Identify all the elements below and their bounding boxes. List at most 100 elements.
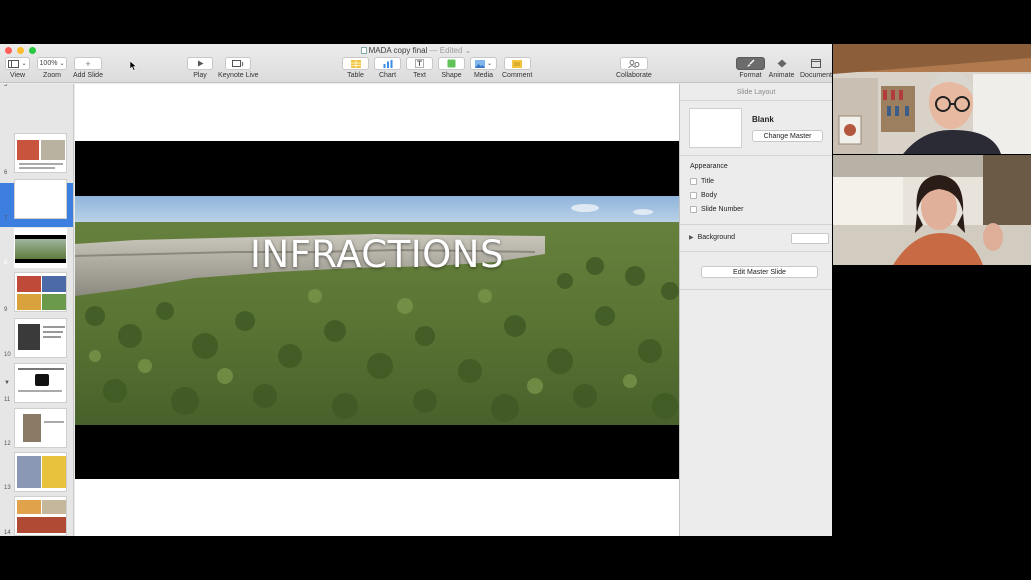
keynote-live-control: Keynote Live <box>218 57 258 79</box>
slide-number: 11 <box>4 397 11 403</box>
slide-title-text[interactable]: INFRACTIONS <box>75 233 679 276</box>
media-button[interactable]: ⌄ <box>470 57 497 70</box>
keynote-live-label: Keynote Live <box>218 72 259 79</box>
inspector-tab-slide-layout[interactable]: Slide Layout <box>680 84 832 101</box>
thumb-image-block <box>42 276 66 292</box>
people-icon <box>628 59 640 68</box>
thumb-image-block <box>17 276 41 292</box>
document-label: Document <box>800 72 832 79</box>
chevron-down-icon: ⌄ <box>59 61 65 67</box>
slide-navigator[interactable]: 5 6 7 8 9 10 ▼ 11 12 13 14 <box>0 84 74 536</box>
video-participant-tile-2[interactable] <box>833 155 1031 265</box>
slide-black-background: INFRACTIONS <box>75 141 679 479</box>
format-label: Format <box>739 72 762 79</box>
table-button[interactable] <box>342 57 369 70</box>
shape-button[interactable] <box>438 57 465 70</box>
title-option-row[interactable]: Title <box>690 178 714 185</box>
format-control: Format <box>736 57 765 79</box>
animate-button[interactable] <box>768 57 795 70</box>
thumb-image-block <box>23 414 41 442</box>
animate-label: Animate <box>768 72 795 79</box>
text-button[interactable] <box>406 57 433 70</box>
thumb-text-line <box>19 163 63 165</box>
text-control: Text <box>406 57 433 79</box>
title-checkbox[interactable] <box>690 178 697 185</box>
edit-master-slide-button[interactable]: Edit Master Slide <box>701 266 818 278</box>
master-slide-thumbnail[interactable] <box>689 108 742 148</box>
thumb-text-line <box>43 331 63 333</box>
thumb-text-line <box>19 167 55 169</box>
chevron-down-icon: ⌄ <box>21 61 27 67</box>
slide-thumbnail-10[interactable] <box>14 318 67 358</box>
format-button[interactable] <box>736 57 765 70</box>
thumb-text-line <box>43 336 61 338</box>
body-option-label: Body <box>701 192 717 199</box>
participant-video-feed <box>833 155 1031 265</box>
chart-control: Chart <box>374 57 401 79</box>
square-shape-icon <box>447 59 456 68</box>
thumb-image-block <box>17 456 41 488</box>
slide-number: 14 <box>4 530 11 536</box>
slide-canvas[interactable]: INFRACTIONS <box>75 84 679 536</box>
keynote-live-icon <box>232 59 244 67</box>
thumb-landscape <box>15 239 66 259</box>
zoom-label: Zoom <box>43 72 61 79</box>
zoom-select[interactable]: 100% ⌄ <box>37 57 67 70</box>
slide-thumbnail-12[interactable] <box>14 408 67 448</box>
disclosure-triangle-icon[interactable]: ▶ <box>689 234 694 241</box>
slide-number: 7 <box>4 216 8 222</box>
table-icon <box>350 59 361 68</box>
keynote-window: MADA copy final — Edited ⌄ ⌄ View 100% ⌄… <box>0 44 832 536</box>
format-inspector: Slide Layout Blank Change Master Appeara… <box>679 84 832 536</box>
toolbar: MADA copy final — Edited ⌄ ⌄ View 100% ⌄… <box>0 44 832 83</box>
background-row[interactable]: ▶ Background <box>689 234 735 241</box>
view-button[interactable]: ⌄ <box>5 57 30 70</box>
body-checkbox[interactable] <box>690 192 697 199</box>
title-chevron-icon[interactable]: ⌄ <box>462 46 472 55</box>
mouse-cursor-icon <box>130 61 137 71</box>
thumb-image-block <box>17 500 41 514</box>
slide-number: 9 <box>4 307 8 313</box>
chart-button[interactable] <box>374 57 401 70</box>
shape-label: Shape <box>441 72 462 79</box>
keynote-live-button[interactable] <box>225 57 252 70</box>
slide-thumbnail-6[interactable] <box>14 133 67 173</box>
document-button[interactable] <box>802 57 829 70</box>
slide-thumbnail-11[interactable] <box>14 363 67 403</box>
add-slide-button[interactable]: + <box>73 57 102 70</box>
document-control: Document <box>800 57 832 79</box>
document-file-icon <box>360 47 367 54</box>
comment-label: Comment <box>502 72 533 79</box>
body-option-row[interactable]: Body <box>690 192 717 199</box>
thumb-image-block <box>17 517 66 533</box>
collaborate-button[interactable] <box>619 57 648 70</box>
change-master-button[interactable]: Change Master <box>752 130 823 142</box>
sidebar-view-icon <box>8 59 20 68</box>
slide-thumbnail-13[interactable] <box>14 452 67 492</box>
slide-thumbnail-14[interactable] <box>14 496 67 536</box>
slide-landscape-photo[interactable] <box>75 196 679 425</box>
add-slide-label: Add Slide <box>73 72 103 79</box>
play-button[interactable] <box>187 57 213 70</box>
video-participant-tile-1[interactable] <box>833 44 1031 154</box>
comment-button[interactable] <box>503 57 531 70</box>
slide-thumbnail-7[interactable] <box>14 179 67 219</box>
thumb-image-block <box>41 140 65 160</box>
thumb-text-line <box>43 326 65 328</box>
slide-thumbnail-9[interactable] <box>14 272 67 312</box>
comment-icon <box>512 59 523 68</box>
master-name: Blank <box>752 115 774 124</box>
slide-number: 12 <box>4 441 11 447</box>
group-disclosure-triangle-icon[interactable]: ▼ <box>4 380 10 386</box>
table-label: Table <box>347 72 364 79</box>
thumb-image-block <box>42 456 66 488</box>
divider <box>680 289 832 290</box>
slide-thumbnail-8[interactable] <box>14 228 67 268</box>
slide-number-checkbox[interactable] <box>690 206 697 213</box>
table-control: Table <box>342 57 369 79</box>
background-color-well[interactable] <box>791 233 829 244</box>
bar-chart-icon <box>383 59 392 68</box>
thumb-image-block <box>42 500 66 514</box>
thumb-image-block <box>17 140 39 160</box>
slide-number-option-row[interactable]: Slide Number <box>690 206 743 213</box>
